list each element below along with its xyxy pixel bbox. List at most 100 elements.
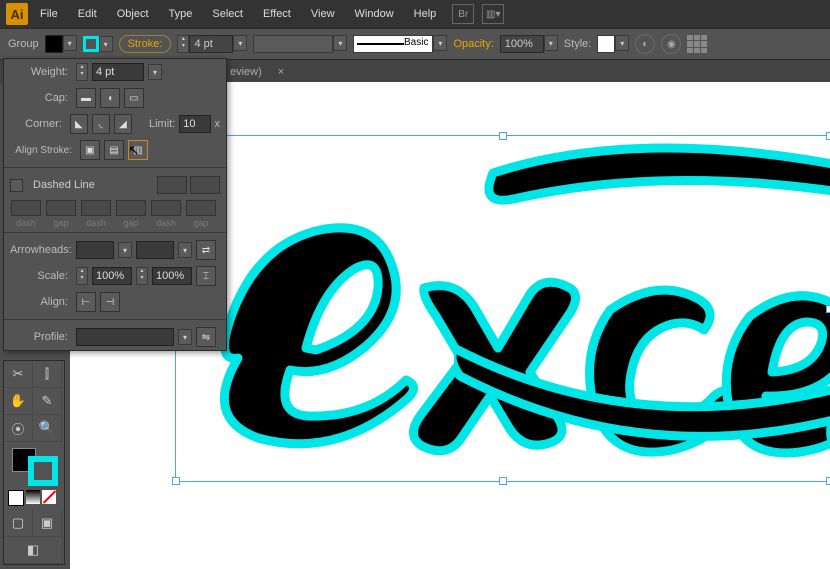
none-mode-icon[interactable]	[42, 490, 56, 504]
scale-spin-2[interactable]	[136, 267, 148, 285]
cap-butt-button[interactable]: ▬	[76, 88, 96, 108]
style-dropdown[interactable]	[615, 35, 629, 51]
weight-label: Weight:	[10, 66, 68, 78]
corner-miter-button[interactable]: ◣	[70, 114, 88, 134]
brush-definition[interactable]: Basic	[353, 35, 433, 53]
stroke-color-swatch[interactable]	[28, 456, 58, 486]
menu-type[interactable]: Type	[161, 4, 201, 24]
slice-tool-icon[interactable]: ✂	[4, 361, 33, 388]
cap-label: Cap:	[10, 92, 68, 104]
scale-spin-1[interactable]	[76, 267, 88, 285]
app-logo: Ai	[6, 3, 28, 25]
arrow-align-label: Align:	[10, 296, 68, 308]
gradient-mode-icon[interactable]	[26, 490, 40, 504]
limit-label: Limit:	[149, 118, 175, 130]
handle-sw[interactable]	[172, 477, 180, 485]
opacity-field[interactable]: 100%	[500, 35, 544, 53]
dashed-line-checkbox[interactable]	[10, 179, 23, 192]
eyedropper-icon[interactable]: ✎	[33, 388, 62, 415]
profile-flip-icon[interactable]: ⇋	[196, 327, 216, 347]
weight-dropdown[interactable]	[148, 64, 162, 80]
gap-2[interactable]	[116, 200, 146, 216]
handle-se[interactable]	[826, 477, 830, 485]
scale-field-1[interactable]: 100%	[92, 267, 132, 285]
menu-object[interactable]: Object	[109, 4, 157, 24]
corner-bevel-button[interactable]: ◢	[114, 114, 132, 134]
menu-window[interactable]: Window	[347, 4, 402, 24]
color-mode-icon[interactable]	[8, 490, 24, 506]
align-center-button[interactable]: ▣	[80, 140, 100, 160]
limit-field[interactable]: 10	[179, 115, 210, 133]
handle-n[interactable]	[499, 132, 507, 140]
tab-close-icon[interactable]: ×	[278, 66, 284, 78]
corner-round-button[interactable]: ◟	[92, 114, 110, 134]
scale-field-2[interactable]: 100%	[152, 267, 192, 285]
dashed-line-label: Dashed Line	[33, 179, 95, 191]
opacity-dropdown[interactable]	[544, 35, 558, 51]
gap-3[interactable]	[186, 200, 216, 216]
graph-tool-icon[interactable]: ⫿	[33, 361, 62, 388]
scale-label: Scale:	[10, 270, 68, 282]
ctrl-weight-field[interactable]: 4 pt	[189, 35, 233, 53]
handle-e[interactable]	[826, 305, 830, 313]
menu-file[interactable]: File	[32, 4, 66, 24]
arrow-end[interactable]	[136, 241, 174, 259]
selection-type: Group	[8, 38, 39, 50]
menu-view[interactable]: View	[303, 4, 343, 24]
ctrl-weight-dropdown[interactable]	[233, 35, 247, 51]
recolor-icon[interactable]: ◐	[635, 34, 655, 54]
document-tab-title[interactable]: eview)	[230, 66, 262, 78]
dash-3[interactable]	[151, 200, 181, 216]
arrow-swap-icon[interactable]: ⇄	[196, 240, 216, 260]
weight-field[interactable]: 4 pt	[92, 63, 144, 81]
symbol-tool-icon[interactable]: ⦿	[4, 415, 33, 442]
stroke-swatch[interactable]	[83, 36, 99, 52]
align-stroke-label: Align Stroke:	[10, 145, 72, 156]
align-inside-button[interactable]: ▤	[104, 140, 124, 160]
menu-edit[interactable]: Edit	[70, 4, 105, 24]
zoom-tool-icon[interactable]: 🔍	[33, 415, 62, 442]
layout-icon[interactable]: ▥▾	[482, 4, 504, 24]
arrow-align-2[interactable]: ⊣	[100, 292, 120, 312]
handle-s[interactable]	[499, 477, 507, 485]
scale-link-icon[interactable]: ⌶	[196, 266, 216, 286]
align-outside-button[interactable]: ▥	[128, 140, 148, 160]
ctrl-weight-spin[interactable]	[177, 35, 189, 53]
corner-label: Corner:	[10, 118, 62, 130]
arrow-start-dd[interactable]	[118, 242, 132, 258]
screen-full-icon[interactable]: ▣	[33, 510, 62, 537]
stroke-panel-link[interactable]: Stroke:	[119, 35, 172, 53]
profile-dropdown[interactable]	[178, 329, 192, 345]
menu-help[interactable]: Help	[406, 4, 445, 24]
fill-dropdown[interactable]	[63, 35, 77, 51]
hand-tool-icon[interactable]: ✋	[4, 388, 33, 415]
dash-preserve-button[interactable]	[157, 176, 187, 194]
var-width-profile[interactable]	[253, 35, 333, 53]
weight-spin[interactable]	[76, 63, 88, 81]
arrow-align-1[interactable]: ⊢	[76, 292, 96, 312]
dash-1[interactable]	[11, 200, 41, 216]
screen-normal-icon[interactable]: ▢	[4, 510, 33, 537]
dash-2[interactable]	[81, 200, 111, 216]
cap-projecting-button[interactable]: ▭	[124, 88, 144, 108]
fill-swatch[interactable]	[45, 35, 63, 53]
menu-effect[interactable]: Effect	[255, 4, 299, 24]
arrow-end-dd[interactable]	[178, 242, 192, 258]
handle-ne[interactable]	[826, 132, 830, 140]
selection-bounding-box[interactable]	[175, 135, 830, 482]
stroke-dropdown[interactable]	[99, 36, 113, 52]
gap-1[interactable]	[46, 200, 76, 216]
opacity-label[interactable]: Opacity:	[453, 38, 493, 50]
recolor-icon-2[interactable]: ◉	[661, 34, 681, 54]
drawing-mode-icon[interactable]: ◧	[4, 537, 63, 564]
brush-dropdown[interactable]	[433, 35, 447, 51]
profile-field[interactable]	[76, 328, 174, 346]
cap-round-button[interactable]: ◖	[100, 88, 120, 108]
align-panel-icon[interactable]	[687, 35, 707, 53]
arrow-start[interactable]	[76, 241, 114, 259]
workspace-icon[interactable]: Br	[452, 4, 474, 24]
menu-select[interactable]: Select	[204, 4, 251, 24]
dash-align-button[interactable]	[190, 176, 220, 194]
graphic-style[interactable]	[597, 35, 615, 53]
var-width-dropdown[interactable]	[333, 35, 347, 51]
